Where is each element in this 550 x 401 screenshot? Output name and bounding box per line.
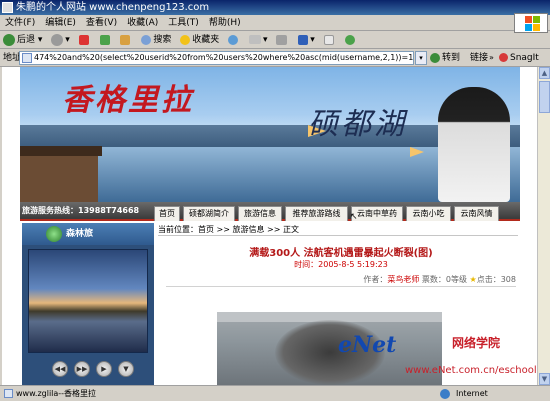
back-arrow-icon	[3, 33, 15, 46]
star-icon: ★	[469, 275, 477, 284]
status-url: www.zglila--香格里拉	[16, 389, 97, 398]
nav-herbs[interactable]: 云南中草药	[351, 206, 403, 221]
banner-title: 香格里拉	[62, 83, 194, 118]
messenger-button[interactable]	[342, 31, 360, 48]
sidebar-header: 森林旅	[22, 223, 154, 245]
menu-tools[interactable]: 工具(T)	[163, 15, 204, 31]
scroll-thumb[interactable]	[539, 81, 550, 113]
person-figure	[438, 87, 510, 202]
address-input[interactable]: 474%20and%20(select%20userid%20from%20us…	[19, 51, 414, 65]
article-author[interactable]: 菜鸟老师	[387, 275, 419, 284]
enet-logo: eNet	[338, 332, 397, 358]
menu-file[interactable]: 文件(F)	[0, 15, 40, 31]
snagit-button[interactable]: SnagIt	[499, 49, 539, 67]
go-button[interactable]: 转到	[430, 49, 460, 67]
article-clicks: 点击：308	[476, 275, 516, 284]
mail-button[interactable]: ▾	[246, 31, 271, 48]
article-time: 时间：2005-8-5 5:19:23	[294, 260, 388, 269]
wooden-house	[20, 146, 102, 202]
forward-arrow-icon	[51, 33, 64, 46]
enet-school-name: 网络学院	[452, 336, 501, 350]
nav-travel-info[interactable]: 旅游信息	[238, 206, 282, 221]
article-meta: 作者：菜鸟老师 票数：0等级 ★点击：308	[363, 275, 516, 284]
enet-url: www.eNet.com.cn/eschool	[405, 365, 537, 376]
links-chevron-icon[interactable]: »	[489, 49, 497, 67]
search-icon	[141, 34, 152, 45]
standard-toolbar: 后退 ▾ ▾ 搜索 收藏夹 ▾ ▾	[0, 31, 550, 49]
menu-edit[interactable]: 编辑(E)	[40, 15, 81, 31]
stop-button[interactable]	[76, 31, 94, 48]
history-button[interactable]	[225, 31, 243, 48]
sidebar-panel: 森林旅 ◀◀ ▶▶ ▶ ▼	[22, 223, 154, 385]
page-icon	[22, 53, 32, 63]
print-button[interactable]	[273, 31, 292, 48]
word-icon	[298, 34, 309, 45]
favorites-button[interactable]: 收藏夹	[177, 31, 222, 48]
page-icon	[4, 389, 13, 398]
nav-intro[interactable]: 硕都湖简介	[183, 206, 235, 221]
breadcrumb-home[interactable]: 首页	[198, 225, 214, 234]
globe-icon	[46, 226, 62, 242]
mail-icon	[248, 35, 261, 44]
search-button[interactable]: 搜索	[138, 31, 174, 48]
menu-view[interactable]: 查看(V)	[81, 15, 122, 31]
window-watermark: 朱鹏的个人网站 www.chenpeng123.com	[16, 2, 210, 13]
snagit-icon	[499, 53, 508, 62]
nav-customs[interactable]: 云南风情	[454, 206, 499, 221]
windows-logo-icon	[514, 13, 548, 33]
home-icon	[120, 34, 131, 45]
menu-help[interactable]: 帮助(H)	[204, 15, 246, 31]
article-title: 满载300人 法航客机遇雷暴起火断裂(图)	[249, 248, 433, 259]
menu-bar: 文件(F) 编辑(E) 查看(V) 收藏(A) 工具(T) 帮助(H)	[0, 15, 550, 31]
back-button[interactable]: 后退 ▾	[0, 31, 45, 48]
refresh-icon	[99, 34, 110, 45]
article-divider	[166, 286, 516, 287]
article-votes: 票数：0等级	[421, 275, 467, 284]
internet-globe-icon	[440, 389, 450, 399]
service-hotline: 旅游服务热线：13988T74668	[22, 206, 140, 215]
refresh-button[interactable]	[97, 31, 115, 48]
ie-icon	[2, 2, 13, 13]
scroll-down-button[interactable]: ▼	[539, 373, 550, 385]
stop-icon	[78, 34, 89, 45]
play-button[interactable]: ▶	[96, 361, 112, 377]
history-icon	[228, 34, 239, 45]
menu-favorites[interactable]: 收藏(A)	[122, 15, 163, 31]
mouse-cursor-icon: ↖	[350, 212, 358, 222]
status-zone: Internet	[456, 389, 488, 398]
go-arrow-icon	[430, 52, 440, 63]
lake-photo	[28, 249, 148, 353]
fast-forward-button[interactable]: ▶▶	[74, 361, 90, 377]
links-button[interactable]: 链接	[470, 49, 488, 67]
breadcrumb: 当前位置：首页 >> 旅游信息 >> 正文	[158, 223, 518, 236]
breadcrumb-current: 正文	[283, 225, 299, 234]
print-icon	[276, 34, 288, 45]
vertical-scrollbar[interactable]: ▲ ▼	[537, 67, 550, 385]
nav-snacks[interactable]: 云南小吃	[406, 206, 451, 221]
page-icon	[323, 34, 334, 45]
address-url-text: 474%20and%20(select%20userid%20from%20us…	[34, 53, 414, 62]
address-dropdown-button[interactable]: ▾	[415, 51, 427, 65]
nav-routes[interactable]: 推荐旅游路线	[285, 206, 348, 221]
edit-button[interactable]: ▾	[295, 31, 318, 48]
banner-subtitle: 硕都湖	[308, 107, 407, 142]
home-button[interactable]	[117, 31, 135, 48]
forward-button[interactable]: ▾	[48, 31, 73, 48]
scroll-up-button[interactable]: ▲	[539, 67, 550, 79]
window-title-bar: 朱鹏的个人网站 www.chenpeng123.com	[0, 0, 550, 15]
discuss-button[interactable]	[321, 31, 339, 48]
down-button[interactable]: ▼	[118, 361, 134, 377]
site-nav-bar: 旅游服务热线：13988T74668 首页 硕都湖简介 旅游信息 推荐旅游路线 …	[20, 202, 520, 222]
nav-home[interactable]: 首页	[154, 206, 180, 221]
sidebar-title: 森林旅	[66, 229, 94, 239]
site-banner: 香格里拉 硕都湖	[20, 67, 520, 202]
star-icon	[180, 34, 191, 45]
rewind-button[interactable]: ◀◀	[52, 361, 68, 377]
paper-plane-icon	[410, 147, 424, 157]
breadcrumb-section[interactable]: 旅游信息	[233, 225, 265, 234]
status-bar: www.zglila--香格里拉 Internet	[0, 385, 550, 401]
messenger-icon	[344, 34, 355, 45]
